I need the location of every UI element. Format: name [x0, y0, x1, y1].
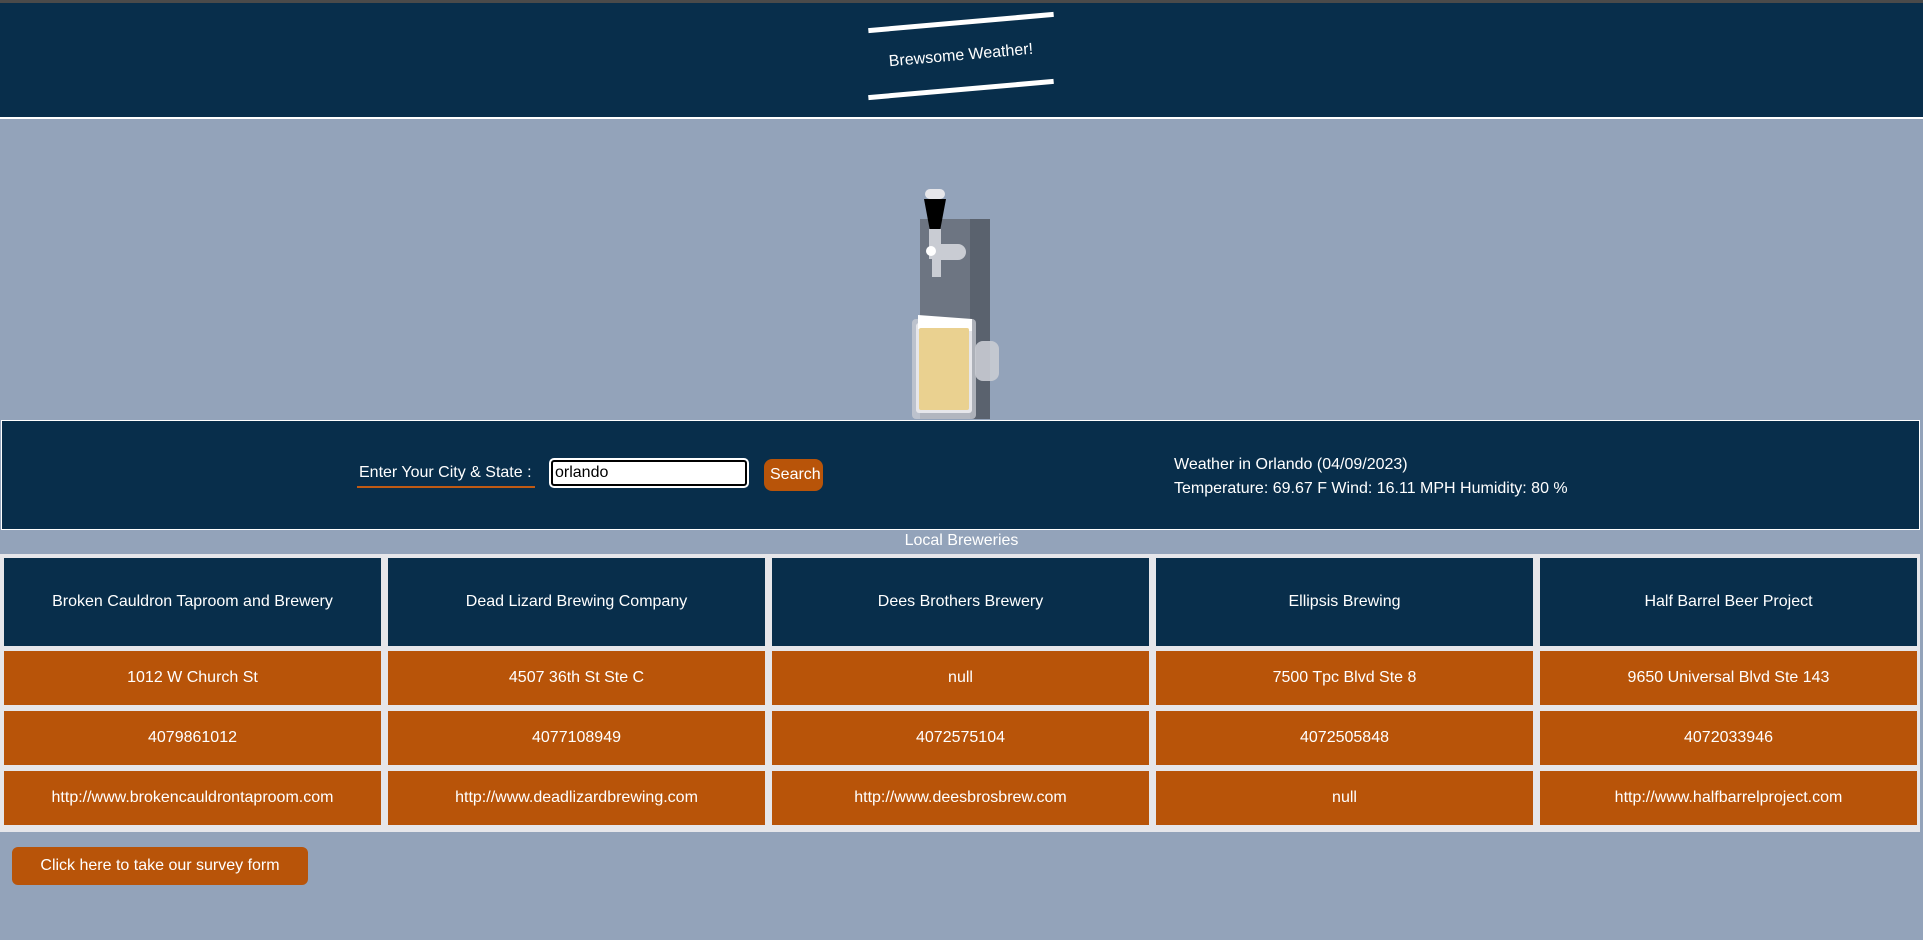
brewery-name: Dead Lizard Brewing Company	[388, 558, 765, 646]
site-header: Brewsome Weather!	[0, 3, 1923, 119]
brewery-website: http://www.brokencauldrontaproom.com	[4, 771, 381, 825]
site-logo: Brewsome Weather!	[866, 11, 1056, 107]
brewery-website: http://www.deadlizardbrewing.com	[388, 771, 765, 825]
breweries-table: Broken Cauldron Taproom and Brewery 1012…	[0, 554, 1920, 832]
brewery-name: Broken Cauldron Taproom and Brewery	[4, 558, 381, 646]
brewery-address: 4507 36th St Ste C	[388, 651, 765, 705]
brewery-address: 1012 W Church St	[4, 651, 381, 705]
brewery-address: null	[772, 651, 1149, 705]
brewery-phone: 4079861012	[4, 711, 381, 765]
logo-bottom-bar	[868, 78, 1054, 101]
brewery-name: Dees Brothers Brewery	[772, 558, 1149, 646]
survey-button[interactable]: Click here to take our survey form	[12, 847, 308, 885]
brewery-phone: 4072575104	[772, 711, 1149, 765]
brewery-address: 9650 Universal Blvd Ste 143	[1540, 651, 1917, 705]
brewery-phone: 4077108949	[388, 711, 765, 765]
brewery-website: http://www.deesbrosbrew.com	[772, 771, 1149, 825]
brewery-phone: 4072505848	[1156, 711, 1533, 765]
brewery-website: null	[1156, 771, 1533, 825]
hero-banner	[0, 119, 1923, 419]
city-state-label: Enter Your City & State :	[357, 464, 535, 488]
brewery-name: Ellipsis Brewing	[1156, 558, 1533, 646]
brewery-name: Half Barrel Beer Project	[1540, 558, 1917, 646]
search-button[interactable]: Search	[764, 459, 823, 491]
brewery-address: 7500 Tpc Blvd Ste 8	[1156, 651, 1533, 705]
search-panel: Enter Your City & State : Search Weather…	[1, 420, 1920, 530]
weather-heading: Weather in Orlando (04/09/2023)	[1174, 456, 1408, 473]
city-search-input[interactable]	[549, 458, 749, 488]
logo-top-bar	[868, 11, 1054, 34]
brewery-website: http://www.halfbarrelproject.com	[1540, 771, 1917, 825]
weather-summary: Weather in Orlando (04/09/2023) Temperat…	[1174, 453, 1568, 501]
weather-details: Temperature: 69.67 F Wind: 16.11 MPH Hum…	[1174, 480, 1568, 497]
site-title: Brewsome Weather!	[888, 40, 1034, 71]
local-breweries-title: Local Breweries	[904, 532, 1019, 549]
beer-tap-icon	[912, 189, 999, 419]
brewery-phone: 4072033946	[1540, 711, 1917, 765]
